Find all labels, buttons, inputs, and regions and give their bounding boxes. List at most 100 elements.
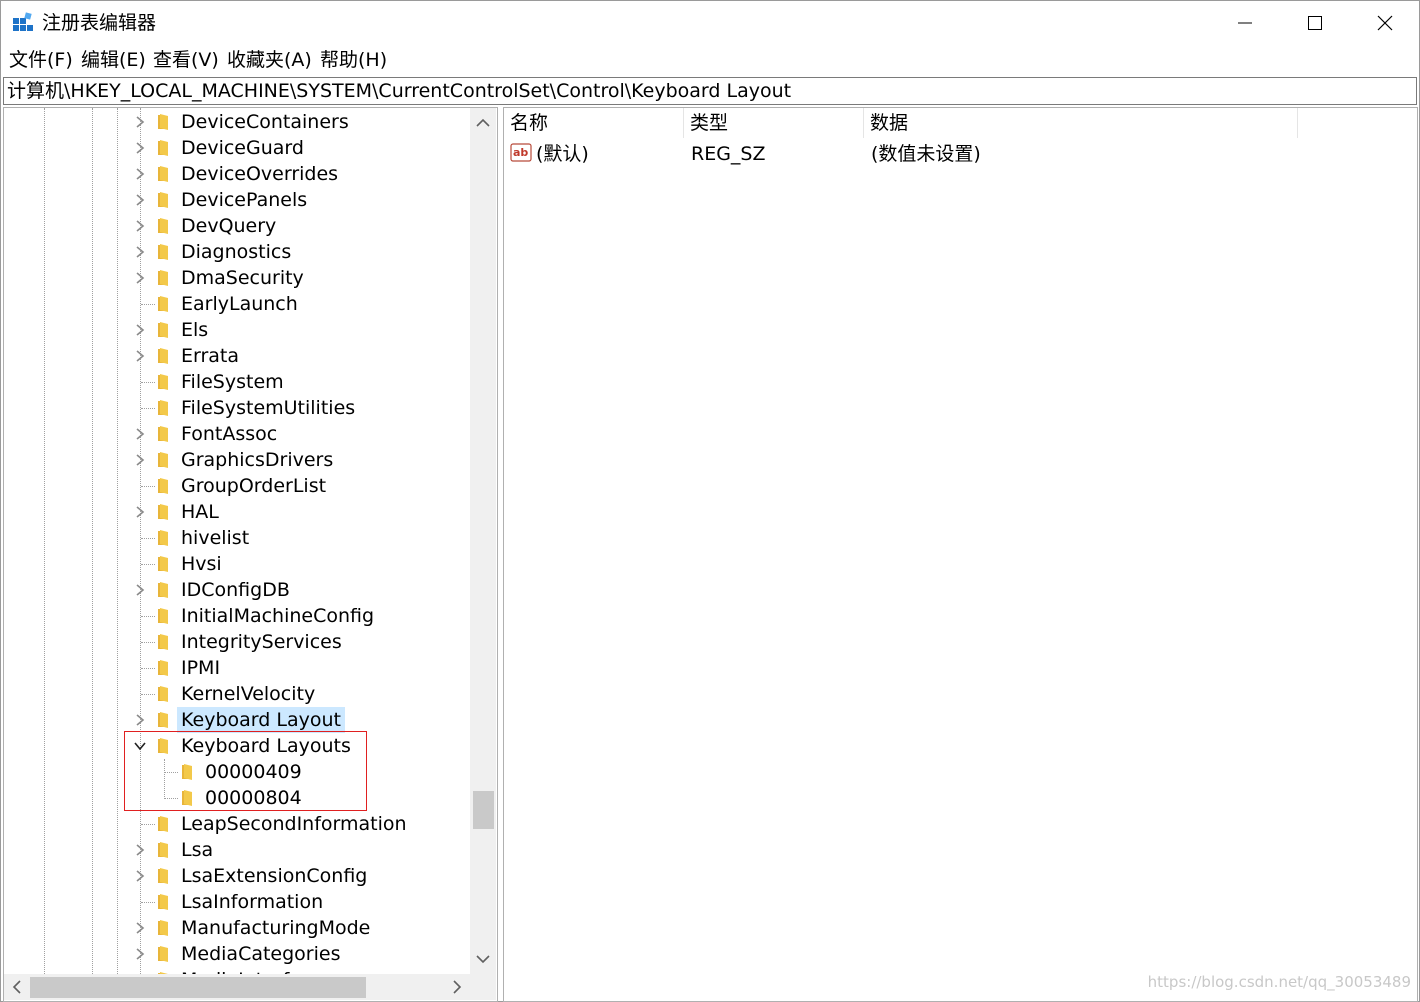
tree-item[interactable]: DmaSecurity bbox=[4, 265, 470, 291]
tree-item[interactable]: ManufacturingMode bbox=[4, 915, 470, 941]
tree-item[interactable]: DevQuery bbox=[4, 213, 470, 239]
tree-item[interactable]: LeapSecondInformation bbox=[4, 811, 470, 837]
tree-item-label[interactable]: InitialMachineConfig bbox=[177, 603, 378, 629]
chevron-right-icon[interactable] bbox=[133, 713, 147, 727]
chevron-right-icon[interactable] bbox=[133, 921, 147, 935]
scroll-right-icon[interactable] bbox=[448, 978, 466, 996]
chevron-right-icon[interactable] bbox=[133, 219, 147, 233]
chevron-right-icon[interactable] bbox=[133, 505, 147, 519]
tree-item[interactable]: Errata bbox=[4, 343, 470, 369]
chevron-right-icon[interactable] bbox=[133, 843, 147, 857]
chevron-right-icon[interactable] bbox=[133, 167, 147, 181]
chevron-right-icon[interactable] bbox=[133, 427, 147, 441]
tree-item-label[interactable]: MediaCategories bbox=[177, 941, 344, 967]
tree-item[interactable]: Keyboard Layout bbox=[4, 707, 470, 733]
tree-item[interactable]: 00000804 bbox=[4, 785, 470, 811]
menu-favorites[interactable]: 收藏夹(A) bbox=[227, 48, 312, 72]
tree-item-label[interactable]: IDConfigDB bbox=[177, 577, 294, 603]
tree-item[interactable]: IDConfigDB bbox=[4, 577, 470, 603]
tree-item-label[interactable]: Lsa bbox=[177, 837, 217, 863]
tree-item-label[interactable]: GraphicsDrivers bbox=[177, 447, 337, 473]
tree-item-label[interactable]: IPMI bbox=[177, 655, 224, 681]
chevron-right-icon[interactable] bbox=[133, 583, 147, 597]
tree-item[interactable]: Hvsi bbox=[4, 551, 470, 577]
tree-item[interactable]: HAL bbox=[4, 499, 470, 525]
tree-item[interactable]: FileSystemUtilities bbox=[4, 395, 470, 421]
tree-item[interactable]: hivelist bbox=[4, 525, 470, 551]
vertical-scroll-thumb[interactable] bbox=[473, 791, 494, 829]
tree-item-label[interactable]: DevQuery bbox=[177, 213, 280, 239]
tree-item[interactable]: GroupOrderList bbox=[4, 473, 470, 499]
chevron-down-icon[interactable] bbox=[133, 739, 147, 753]
tree-item-label[interactable]: DeviceContainers bbox=[177, 109, 353, 135]
tree-vertical-scrollbar[interactable] bbox=[470, 108, 496, 974]
tree-item-label[interactable]: KernelVelocity bbox=[177, 681, 319, 707]
menu-edit[interactable]: 编辑(E) bbox=[81, 48, 146, 72]
tree-item[interactable]: FontAssoc bbox=[4, 421, 470, 447]
tree-item-label[interactable]: LsaInformation bbox=[177, 889, 327, 915]
tree-item-label[interactable]: ManufacturingMode bbox=[177, 915, 374, 941]
tree-item[interactable]: 00000409 bbox=[4, 759, 470, 785]
tree-item[interactable]: MediaInterfaces bbox=[4, 967, 470, 974]
tree-item[interactable]: LsaInformation bbox=[4, 889, 470, 915]
tree-item-label[interactable]: Keyboard Layouts bbox=[177, 733, 355, 759]
address-bar[interactable]: 计算机\HKEY_LOCAL_MACHINE\SYSTEM\CurrentCon… bbox=[3, 77, 1417, 105]
chevron-right-icon[interactable] bbox=[133, 245, 147, 259]
tree-item-label[interactable]: Els bbox=[177, 317, 212, 343]
scroll-up-icon[interactable] bbox=[474, 114, 492, 132]
close-button[interactable] bbox=[1351, 1, 1419, 45]
values-list-pane[interactable]: 名称 类型 数据 ab (默认) REG_SZ (数值未设置) bbox=[503, 107, 1418, 1002]
tree-item-label[interactable]: EarlyLaunch bbox=[177, 291, 302, 317]
tree-item[interactable]: EarlyLaunch bbox=[4, 291, 470, 317]
tree-item-label[interactable]: FileSystem bbox=[177, 369, 288, 395]
chevron-right-icon[interactable] bbox=[133, 453, 147, 467]
tree-item-label[interactable]: Hvsi bbox=[177, 551, 226, 577]
scroll-down-icon[interactable] bbox=[474, 950, 492, 968]
chevron-right-icon[interactable] bbox=[133, 323, 147, 337]
minimize-button[interactable] bbox=[1211, 1, 1279, 45]
title-bar[interactable]: 注册表编辑器 bbox=[1, 1, 1419, 45]
tree-item-label[interactable]: Errata bbox=[177, 343, 243, 369]
column-header-data[interactable]: 数据 bbox=[864, 108, 1298, 138]
tree-item-label[interactable]: MediaInterfaces bbox=[177, 967, 337, 974]
column-header-type[interactable]: 类型 bbox=[684, 108, 864, 138]
scroll-left-icon[interactable] bbox=[8, 978, 26, 996]
tree-item-label[interactable]: Keyboard Layout bbox=[177, 707, 345, 733]
tree-item-label[interactable]: Diagnostics bbox=[177, 239, 295, 265]
menu-view[interactable]: 查看(V) bbox=[153, 48, 219, 72]
tree-item[interactable]: IntegrityServices bbox=[4, 629, 470, 655]
key-tree-pane[interactable]: DeviceContainers DeviceGuard DeviceOverrid… bbox=[3, 107, 498, 1002]
tree-item[interactable]: MediaCategories bbox=[4, 941, 470, 967]
tree-item-label[interactable]: DeviceGuard bbox=[177, 135, 308, 161]
tree-item-label[interactable]: 00000804 bbox=[201, 785, 306, 811]
tree-item[interactable]: DeviceContainers bbox=[4, 109, 470, 135]
tree-item[interactable]: GraphicsDrivers bbox=[4, 447, 470, 473]
tree-item[interactable]: DeviceOverrides bbox=[4, 161, 470, 187]
chevron-right-icon[interactable] bbox=[133, 115, 147, 129]
tree-item-label[interactable]: LsaExtensionConfig bbox=[177, 863, 371, 889]
chevron-right-icon[interactable] bbox=[133, 271, 147, 285]
column-header-name[interactable]: 名称 bbox=[504, 108, 684, 138]
chevron-right-icon[interactable] bbox=[133, 869, 147, 883]
tree-item[interactable]: FileSystem bbox=[4, 369, 470, 395]
menu-file[interactable]: 文件(F) bbox=[9, 48, 73, 72]
chevron-right-icon[interactable] bbox=[133, 141, 147, 155]
tree-item-label[interactable]: HAL bbox=[177, 499, 223, 525]
tree-item[interactable]: DeviceGuard bbox=[4, 135, 470, 161]
tree-item[interactable]: LsaExtensionConfig bbox=[4, 863, 470, 889]
chevron-right-icon[interactable] bbox=[133, 947, 147, 961]
chevron-right-icon[interactable] bbox=[133, 193, 147, 207]
tree-horizontal-scrollbar[interactable] bbox=[4, 974, 470, 1000]
maximize-button[interactable] bbox=[1281, 1, 1349, 45]
tree-item[interactable]: Keyboard Layouts bbox=[4, 733, 470, 759]
tree-item-label[interactable]: FileSystemUtilities bbox=[177, 395, 359, 421]
tree-item-label[interactable]: DeviceOverrides bbox=[177, 161, 342, 187]
tree-item-label[interactable]: 00000409 bbox=[201, 759, 306, 785]
value-name[interactable]: (默认) bbox=[536, 141, 589, 167]
tree-item[interactable]: KernelVelocity bbox=[4, 681, 470, 707]
tree-item[interactable]: InitialMachineConfig bbox=[4, 603, 470, 629]
tree-item[interactable]: Diagnostics bbox=[4, 239, 470, 265]
tree-item-label[interactable]: IntegrityServices bbox=[177, 629, 346, 655]
tree-item[interactable]: Els bbox=[4, 317, 470, 343]
tree-item-label[interactable]: GroupOrderList bbox=[177, 473, 330, 499]
